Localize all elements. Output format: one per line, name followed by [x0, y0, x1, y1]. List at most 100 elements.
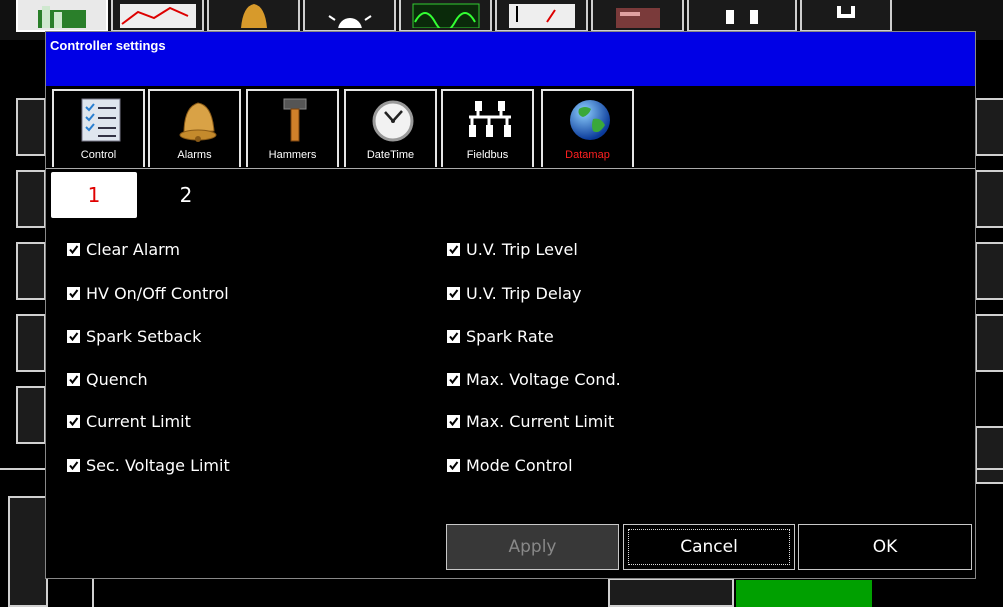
settings-tab-strip: Control Alarms Hammers DateTime Fieldbus…: [46, 89, 975, 169]
bg-status-indicator: [736, 580, 872, 607]
tab-label: Fieldbus: [466, 149, 509, 161]
checkbox[interactable]: [447, 372, 460, 386]
bg-toolbar-sun-button[interactable]: [303, 0, 396, 32]
checkbox[interactable]: [447, 458, 460, 472]
tab-label: Alarms: [177, 149, 212, 161]
checkbox-max-current-limit[interactable]: Max. Current Limit: [447, 411, 614, 431]
checkmark-icon: [449, 374, 459, 384]
tab-label: DateTime: [366, 149, 415, 161]
network-icon: [469, 101, 511, 137]
checkmark-icon: [449, 244, 459, 254]
bg-side-button[interactable]: [16, 170, 46, 228]
controller-settings-dialog: Controller settings Control Alarms Hamme…: [45, 31, 976, 579]
checkbox[interactable]: [67, 329, 80, 343]
checkbox[interactable]: [67, 458, 80, 472]
tab-control[interactable]: Control: [52, 89, 145, 167]
bg-side-button[interactable]: [975, 426, 1003, 484]
bg-toolbar-meter-button[interactable]: [16, 0, 108, 32]
bg-toolbar-waveform-button[interactable]: [399, 0, 492, 32]
tab-datetime[interactable]: DateTime: [344, 89, 437, 167]
checkbox[interactable]: [67, 242, 80, 256]
checkbox-label: U.V. Trip Delay: [466, 283, 582, 303]
page-2-button[interactable]: 2: [143, 172, 229, 218]
checkmark-icon: [449, 416, 459, 426]
checkbox[interactable]: [447, 242, 460, 256]
checkbox-label: Max. Voltage Cond.: [466, 369, 621, 389]
bg-side-button[interactable]: [16, 314, 46, 372]
bell-icon: [179, 102, 217, 142]
checkbox-spark-setback[interactable]: Spark Setback: [67, 326, 201, 346]
checkbox-sec-voltage-limit[interactable]: Sec. Voltage Limit: [67, 455, 230, 475]
sun-icon: [327, 15, 372, 28]
bg-side-button[interactable]: [16, 98, 46, 156]
bg-bottom-button[interactable]: [8, 496, 48, 607]
checkmark-icon: [69, 331, 79, 341]
checkbox-quench[interactable]: Quench: [67, 369, 148, 389]
bg-side-button[interactable]: [975, 242, 1003, 300]
ok-button[interactable]: OK: [798, 524, 972, 570]
checkbox[interactable]: [67, 372, 80, 386]
checklist-icon: [81, 98, 121, 142]
bg-side-button[interactable]: [975, 98, 1003, 156]
globe-icon: [570, 100, 610, 140]
checkbox-max-voltage-cond[interactable]: Max. Voltage Cond.: [447, 369, 621, 389]
checkbox-hv-on-off-control[interactable]: HV On/Off Control: [67, 283, 229, 303]
wrench-icon: [837, 6, 855, 18]
tab-divider: [46, 168, 975, 169]
bg-toolbar-trend-button[interactable]: [111, 0, 204, 32]
gauge-icon: [508, 4, 575, 28]
page-1-button[interactable]: 1: [51, 172, 137, 218]
checkbox-label: Spark Rate: [466, 326, 554, 346]
tab-alarms[interactable]: Alarms: [148, 89, 241, 167]
checkbox-spark-rate[interactable]: Spark Rate: [447, 326, 554, 346]
checkbox-label: Current Limit: [86, 411, 191, 431]
checkmark-icon: [449, 288, 459, 298]
bg-divider: [92, 578, 94, 607]
bg-toolbar-gauge-button[interactable]: [495, 0, 588, 32]
bg-side-button[interactable]: [16, 386, 46, 444]
bg-toolbar-panel-button[interactable]: [591, 0, 684, 32]
bg-bottom-button[interactable]: [608, 578, 734, 607]
tab-label: Hammers: [268, 149, 317, 161]
checkbox-label: HV On/Off Control: [86, 283, 229, 303]
dialog-title: Controller settings: [50, 38, 166, 53]
bg-toolbar-tools-button[interactable]: [800, 0, 892, 32]
checkbox[interactable]: [447, 329, 460, 343]
checkbox[interactable]: [447, 286, 460, 300]
ok-button-label: OK: [872, 537, 898, 557]
checkmark-icon: [69, 288, 79, 298]
checkmark-icon: [449, 460, 459, 470]
bg-side-button[interactable]: [16, 242, 46, 300]
checkbox-label: Max. Current Limit: [466, 411, 615, 431]
checkmark-icon: [69, 460, 79, 470]
checkbox[interactable]: [447, 414, 460, 428]
tab-hammers[interactable]: Hammers: [246, 89, 339, 167]
bg-toolbar-network-button[interactable]: [687, 0, 797, 32]
bg-toolbar-alarm-button[interactable]: [207, 0, 300, 32]
dialog-title-bar[interactable]: Controller settings: [46, 32, 975, 86]
focus-ring: [628, 529, 790, 565]
tab-datamap[interactable]: Datamap: [541, 89, 634, 167]
checkbox-clear-alarm[interactable]: Clear Alarm: [67, 239, 180, 259]
checkbox-mode-control[interactable]: Mode Control: [447, 455, 573, 475]
checkbox-label: Spark Setback: [86, 326, 202, 346]
checkbox[interactable]: [67, 286, 80, 300]
checkbox-current-limit[interactable]: Current Limit: [67, 411, 191, 431]
checkbox-label: Clear Alarm: [86, 239, 181, 259]
checkbox[interactable]: [67, 414, 80, 428]
cancel-button[interactable]: Cancel: [623, 524, 795, 570]
checkmark-icon: [69, 244, 79, 254]
checkbox-uv-trip-level[interactable]: U.V. Trip Level: [447, 239, 578, 259]
waveform-icon: [412, 3, 479, 28]
checkbox-uv-trip-delay[interactable]: U.V. Trip Delay: [447, 283, 581, 303]
meter-icon: [38, 6, 86, 28]
hammer-icon: [283, 98, 307, 142]
bg-side-button[interactable]: [975, 314, 1003, 372]
checkmark-icon: [69, 416, 79, 426]
trend-icon: [119, 4, 196, 28]
clock-icon: [372, 100, 414, 142]
tab-fieldbus[interactable]: Fieldbus: [441, 89, 534, 167]
apply-button-label: Apply: [508, 537, 557, 557]
apply-button[interactable]: Apply: [446, 524, 619, 570]
bg-side-button[interactable]: [975, 170, 1003, 228]
